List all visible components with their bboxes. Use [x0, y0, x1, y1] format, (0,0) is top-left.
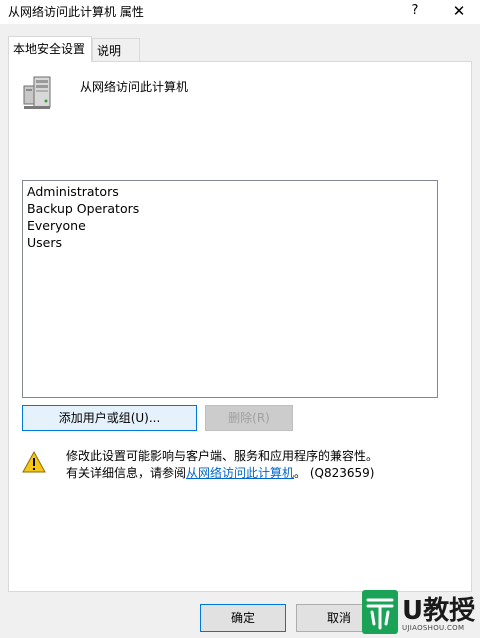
warning-details: 有关详细信息，请参阅从网络访问此计算机。 (Q823659)	[66, 464, 374, 481]
watermark-brand: U教授	[402, 596, 476, 626]
add-user-or-group-button[interactable]: 添加用户或组(U)...	[22, 405, 197, 431]
remove-button[interactable]: 删除(R)	[205, 405, 293, 431]
list-item[interactable]: Everyone	[27, 217, 433, 234]
warning-details-suffix: 。 (Q823659)	[294, 466, 375, 480]
watermark-logo: U教授 UJIAOSHOU.COM	[360, 586, 480, 638]
list-item[interactable]: Users	[27, 234, 433, 251]
policy-name: 从网络访问此计算机	[80, 80, 189, 94]
help-button[interactable]: ?	[404, 0, 426, 24]
title-bar: 从网络访问此计算机 属性 ? ✕	[0, 0, 480, 24]
warning-icon	[22, 450, 46, 473]
server-icon	[23, 76, 51, 109]
list-item[interactable]: Administrators	[27, 183, 433, 200]
list-item[interactable]: Backup Operators	[27, 200, 433, 217]
window-title: 从网络访问此计算机 属性	[8, 5, 144, 19]
warning-details-prefix: 有关详细信息，请参阅	[66, 466, 187, 480]
close-button[interactable]: ✕	[446, 0, 472, 24]
warning-text: 修改此设置可能影响与客户端、服务和应用程序的兼容性。	[66, 449, 379, 463]
watermark-badge	[362, 590, 398, 634]
members-listbox[interactable]: Administrators Backup Operators Everyone…	[22, 180, 438, 398]
help-link[interactable]: 从网络访问此计算机	[186, 466, 294, 480]
tab-explain[interactable]: 说明	[92, 38, 140, 61]
ok-button[interactable]: 确定	[200, 604, 286, 632]
tab-local-security-setting[interactable]: 本地安全设置	[8, 36, 92, 62]
watermark-url: UJIAOSHOU.COM	[402, 624, 465, 632]
